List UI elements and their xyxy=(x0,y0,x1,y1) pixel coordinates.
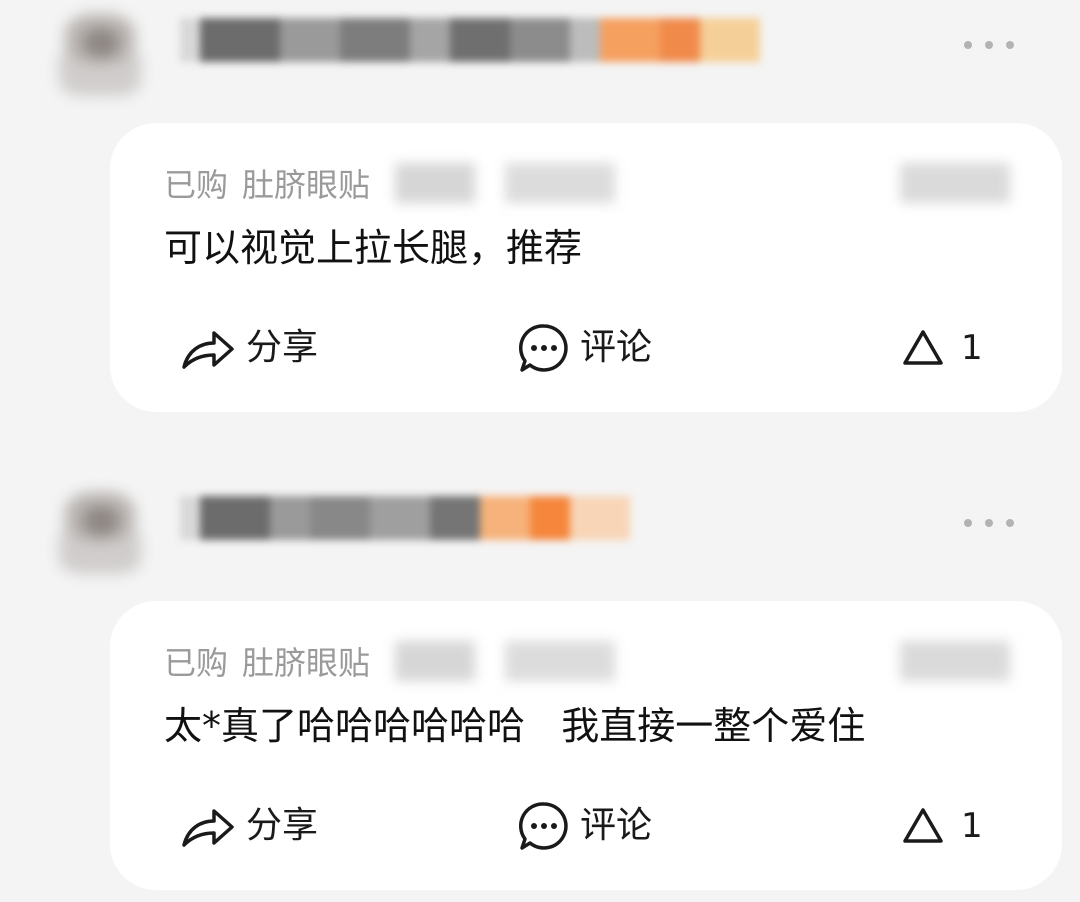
username-blurred[interactable] xyxy=(180,496,630,540)
share-button[interactable]: 分享 xyxy=(180,798,318,854)
purchased-tag: 已购 xyxy=(164,644,229,682)
comment-label: 评论 xyxy=(580,327,653,368)
review-date-blurred xyxy=(900,641,1010,681)
share-label: 分享 xyxy=(246,805,319,846)
more-options-icon[interactable] xyxy=(964,508,1014,538)
triangle-up-icon xyxy=(903,808,943,843)
comment-label: 评论 xyxy=(580,805,653,846)
share-button[interactable]: 分享 xyxy=(180,320,318,376)
like-button[interactable]: 1 xyxy=(901,320,983,376)
chat-bubble-icon xyxy=(519,802,568,850)
review-date-blurred xyxy=(900,163,1010,203)
product-name: 肚脐眼贴 xyxy=(242,166,371,204)
review-card: 已购 肚脐眼贴 可以视觉上拉长腿，推荐 分享 评论 1 xyxy=(110,123,1062,412)
avatar[interactable] xyxy=(55,6,147,106)
share-arrow-icon xyxy=(182,809,234,847)
review-comment: 太*真了哈哈哈哈哈哈 我直接一整个爱住 xyxy=(164,704,866,748)
purchase-info: 已购 肚脐眼贴 xyxy=(164,641,370,685)
product-name: 肚脐眼贴 xyxy=(242,644,371,682)
like-count: 1 xyxy=(961,806,983,846)
comment-button[interactable]: 评论 xyxy=(518,798,652,854)
triangle-up-icon xyxy=(903,330,943,365)
share-arrow-icon xyxy=(182,331,234,369)
product-spec-blurred xyxy=(395,641,615,681)
avatar[interactable] xyxy=(55,484,147,584)
like-count: 1 xyxy=(961,328,983,368)
purchased-tag: 已购 xyxy=(164,166,229,204)
review-card: 已购 肚脐眼贴 太*真了哈哈哈哈哈哈 我直接一整个爱住 分享 评论 1 xyxy=(110,601,1062,890)
username-blurred[interactable] xyxy=(180,18,760,62)
like-button[interactable]: 1 xyxy=(901,798,983,854)
purchase-info: 已购 肚脐眼贴 xyxy=(164,163,370,207)
review-comment: 可以视觉上拉长腿，推荐 xyxy=(164,226,583,270)
chat-bubble-icon xyxy=(519,324,568,372)
more-options-icon[interactable] xyxy=(964,30,1014,60)
comment-button[interactable]: 评论 xyxy=(518,320,652,376)
share-label: 分享 xyxy=(246,327,319,368)
product-spec-blurred xyxy=(395,163,615,203)
